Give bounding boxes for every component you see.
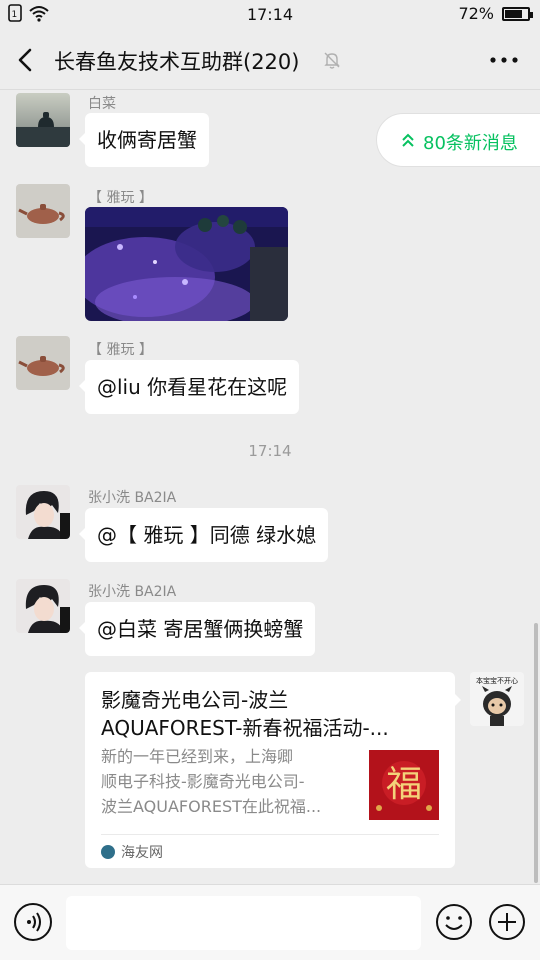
fu-blessing-image: 福 xyxy=(369,750,439,820)
chat-header: 长春鱼友技术互助群(220) xyxy=(0,30,540,90)
sender-name: 张小洗 BA2IA xyxy=(88,490,177,506)
chat-scrollbar[interactable] xyxy=(534,623,538,883)
chat-message-list[interactable]: 白菜 收俩寄居蟹 80条新消息 【 雅玩 】 【 雅玩 】 @liu 你看星花在… xyxy=(0,91,540,884)
message-bubble[interactable]: @白菜 寄居蟹俩换螃蟹 xyxy=(78,602,316,656)
double-chevron-up-icon xyxy=(402,133,414,147)
new-messages-button[interactable]: 80条新消息 xyxy=(376,113,540,167)
link-card-source-label: 海友网 xyxy=(121,845,163,861)
message-text-field[interactable] xyxy=(66,896,421,950)
anime-avatar-image xyxy=(16,579,70,633)
avatar-yawan[interactable] xyxy=(16,336,70,390)
message-timestamp: 17:14 xyxy=(248,442,292,460)
anime-avatar-image xyxy=(16,485,70,539)
site-logo-icon xyxy=(101,845,115,859)
message-bubble[interactable]: 收俩寄居蟹 xyxy=(79,113,209,167)
battery-icon xyxy=(502,6,533,21)
smiley-icon xyxy=(436,904,472,940)
avatar-zhangxiaoxi[interactable] xyxy=(16,579,70,633)
more-button[interactable] xyxy=(486,44,522,76)
voice-input-button[interactable] xyxy=(14,903,52,941)
new-messages-label: 80条新消息 xyxy=(423,133,518,154)
more-dots-icon xyxy=(490,57,518,63)
image-message[interactable] xyxy=(85,207,288,321)
battery-percent: 72% xyxy=(458,4,494,23)
sender-name: 张小洗 BA2IA xyxy=(88,584,177,600)
link-card-description: 新的一年已经到来，上海卿 顺电子科技-影魔奇光电公司- 波兰AQUAFOREST… xyxy=(101,747,322,816)
aquarium-photo xyxy=(85,207,288,321)
bell-off-icon xyxy=(324,52,340,69)
avatar-baicai[interactable] xyxy=(16,93,70,147)
link-card-message[interactable]: 影魔奇光电公司-波兰 AQUAFOREST-新春祝福活动-... 新的一年已经到… xyxy=(85,672,461,868)
battery-level xyxy=(505,9,522,18)
more-actions-button[interactable] xyxy=(488,903,526,941)
teapot-avatar-image xyxy=(16,336,70,390)
chevron-left-icon xyxy=(18,48,32,72)
chat-title: 长春鱼友技术互助群(220) xyxy=(54,50,300,74)
teapot-avatar-image xyxy=(16,184,70,238)
emoji-button[interactable] xyxy=(435,903,473,941)
status-icons-right: 72% xyxy=(458,4,533,23)
back-button[interactable] xyxy=(12,42,44,78)
fu-character: 福 xyxy=(386,764,422,805)
message-input-bar xyxy=(0,884,540,960)
avatar-zhangxiaoxi[interactable] xyxy=(16,485,70,539)
avatar-caption: 本宝宝不开心 xyxy=(476,676,518,685)
sender-name: 白菜 xyxy=(88,96,116,112)
link-card-title: 影魔奇光电公司-波兰 AQUAFOREST-新春祝福活动-... xyxy=(101,688,389,740)
message-bubble[interactable]: @liu 你看星花在这呢 xyxy=(78,360,300,414)
sender-name: 【 雅玩 】 xyxy=(88,190,153,206)
sender-name: 【 雅玩 】 xyxy=(88,342,153,358)
avatar-self[interactable]: 本宝宝不开心 xyxy=(470,672,524,726)
avatar-yawan[interactable] xyxy=(16,184,70,238)
link-card-thumbnail: 福 xyxy=(369,750,439,820)
voice-icon xyxy=(27,912,41,932)
link-card-divider xyxy=(101,834,439,835)
message-bubble[interactable]: @【 雅玩 】同德 绿水媳 xyxy=(78,508,329,562)
avatar-image xyxy=(16,93,70,147)
link-card-source: 海友网 xyxy=(101,842,163,862)
meme-avatar-image: 本宝宝不开心 xyxy=(470,672,524,726)
status-bar: 1 17:14 72% xyxy=(0,0,540,30)
plus-circle-icon xyxy=(489,904,525,940)
